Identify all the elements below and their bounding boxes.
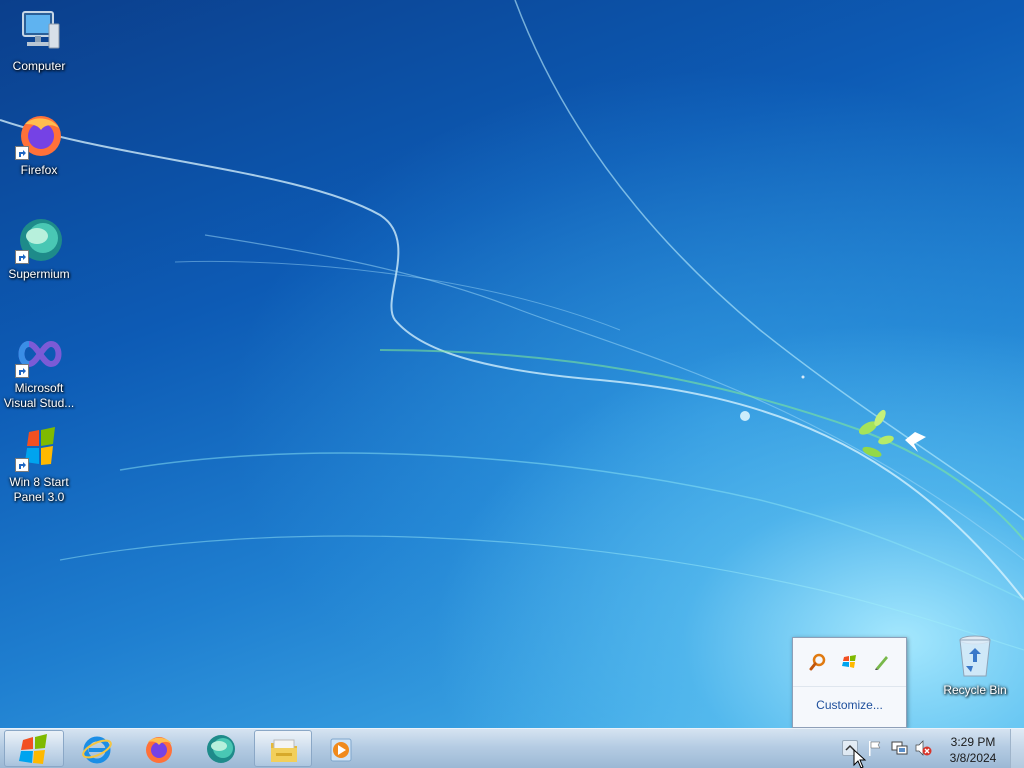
desktop-background[interactable]: Computer Firefox Supermium Microsoft Vis… — [0, 0, 1024, 728]
desktop-icon-visual-studio[interactable]: Microsoft Visual Stud... — [1, 330, 77, 411]
internet-explorer-icon — [82, 736, 112, 764]
bird-leaf-decoration — [858, 409, 926, 458]
tray-overflow-icons — [793, 638, 906, 686]
desktop-icon-label: Microsoft Visual Stud... — [3, 381, 75, 410]
desktop-icon-computer[interactable]: Computer — [1, 8, 77, 74]
taskbar: 3:29 PM 3/8/2024 — [0, 728, 1024, 768]
file-explorer-icon — [271, 739, 297, 762]
start-button[interactable] — [4, 730, 64, 767]
customize-link[interactable]: Customize... — [793, 698, 906, 712]
media-player-icon — [330, 738, 352, 762]
taskbar-supermium[interactable] — [192, 730, 250, 767]
taskbar-clock[interactable]: 3:29 PM 3/8/2024 — [940, 734, 1006, 766]
desktop-icon-label: Firefox — [20, 163, 58, 177]
clock-time: 3:29 PM — [950, 735, 996, 749]
shortcut-arrow-icon — [15, 458, 29, 472]
wallpaper-swooshes — [0, 0, 1024, 651]
network-icon[interactable] — [890, 739, 908, 757]
taskbar-file-explorer[interactable] — [254, 730, 312, 767]
clock-date: 3/8/2024 — [949, 751, 997, 765]
shortcut-arrow-icon — [15, 250, 29, 264]
desktop-icon-label: Win 8 Start Panel 3.0 — [9, 475, 69, 504]
mouse-cursor-icon — [853, 749, 867, 768]
shortcut-arrow-icon — [15, 364, 29, 378]
desktop-icon-label: Supermium — [8, 267, 70, 281]
windows-flag-icon[interactable] — [841, 653, 859, 671]
action-center-flag-icon[interactable] — [866, 739, 884, 757]
volume-muted-icon[interactable] — [914, 739, 932, 757]
shortcut-arrow-icon — [15, 146, 29, 160]
desktop-icon-recycle-bin[interactable]: Recycle Bin — [937, 632, 1013, 698]
desktop-icon-supermium[interactable]: Supermium — [1, 216, 77, 282]
taskbar-media-player[interactable] — [316, 730, 374, 767]
desktop-icon-firefox[interactable]: Firefox — [1, 112, 77, 178]
tray-overflow-popup: Customize... — [792, 637, 907, 728]
taskbar-internet-explorer[interactable] — [68, 730, 126, 767]
taskbar-firefox[interactable] — [130, 730, 188, 767]
pen-icon[interactable] — [873, 653, 891, 671]
firefox-icon — [146, 737, 172, 763]
computer-icon — [22, 11, 60, 49]
recycle-bin-icon — [959, 635, 991, 677]
desktop-icon-label: Computer — [12, 59, 66, 73]
supermium-icon — [207, 735, 235, 763]
show-desktop-button[interactable] — [1010, 729, 1024, 768]
search-magnifier-icon[interactable] — [809, 653, 827, 671]
windows-orb-icon — [19, 734, 47, 764]
desktop-icon-label: Recycle Bin — [943, 683, 1007, 697]
desktop-icon-win8-start-panel[interactable]: Win 8 Start Panel 3.0 — [1, 424, 77, 505]
popup-separator — [793, 686, 906, 687]
